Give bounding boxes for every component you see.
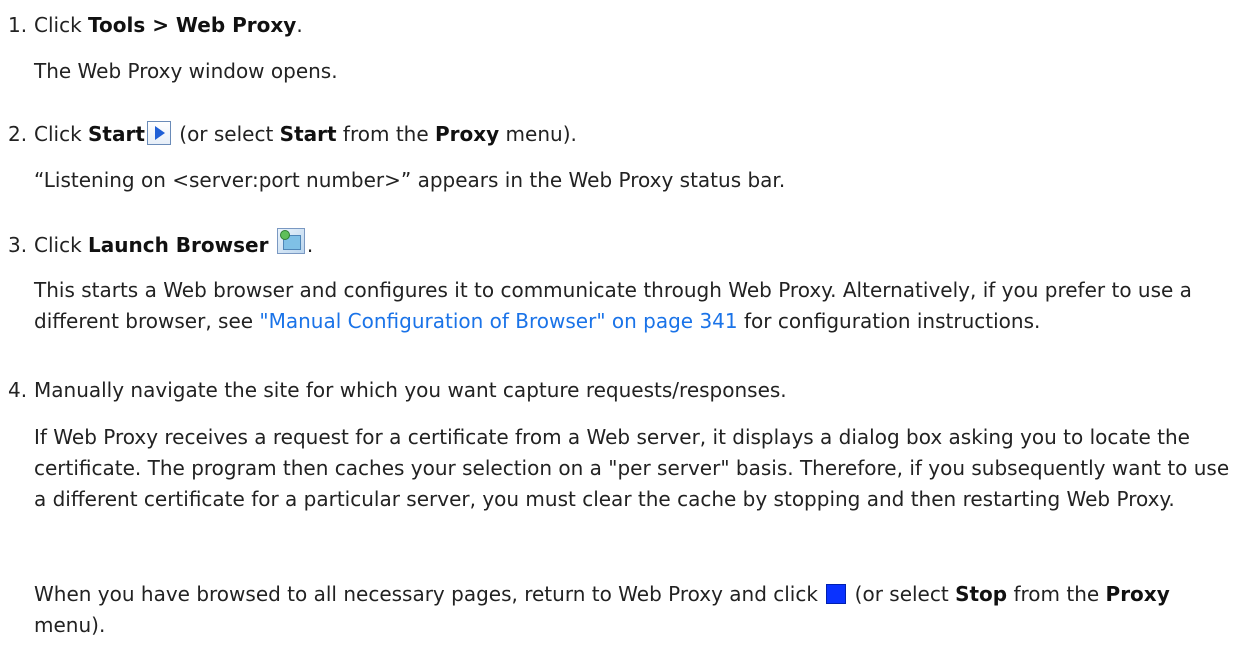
step-number: 6.	[0, 579, 34, 610]
step-3-result: This starts a Web browser and configures…	[34, 275, 1237, 337]
step-text-end: menu).	[34, 613, 106, 637]
step-6: 6.When you have browsed to all necessary…	[0, 579, 1243, 641]
step-1: 1. Click Tools > Web Proxy.	[8, 10, 1243, 41]
start-label: Start	[88, 122, 145, 146]
step-3: 3. Click Launch Browser .	[8, 228, 1243, 261]
stop-menu-item: Stop	[955, 582, 1008, 606]
step-text: from the	[336, 122, 435, 146]
step-1-result: The Web Proxy window opens.	[34, 59, 338, 83]
step-text: If Web Proxy receives a request for a ce…	[34, 425, 1230, 511]
step-number: 2.	[8, 122, 28, 146]
proxy-menu: Proxy	[435, 122, 500, 146]
step-text-end: .	[306, 233, 314, 257]
step-text: Click	[34, 122, 89, 146]
step-text: When you have browsed to all necessary p…	[34, 582, 825, 606]
step-text-end: menu).	[499, 122, 577, 146]
manual-configuration-link[interactable]: "Manual Configuration of Browser" on pag…	[259, 309, 737, 333]
start-menu-item: Start	[279, 122, 337, 146]
step-text: Click	[34, 233, 89, 257]
stop-square-icon	[826, 584, 847, 604]
launch-browser-label: Launch Browser	[88, 233, 269, 257]
step-text: from the	[1007, 582, 1106, 606]
step-number: 3.	[8, 233, 28, 257]
step-2: 2. Click Start (or select Start from the …	[8, 119, 1243, 150]
step-number: 5.	[0, 422, 34, 453]
menu-path: Tools > Web Proxy	[88, 13, 297, 37]
step-5: 5.If Web Proxy receives a request for a …	[0, 422, 1243, 515]
proxy-menu: Proxy	[1105, 582, 1170, 606]
step-number: 4.	[8, 378, 28, 402]
step-3-result-text-end: for configuration instructions.	[737, 309, 1041, 333]
step-number: 1.	[8, 13, 28, 37]
step-4: 4. Manually navigate the site for which y…	[8, 375, 1243, 406]
step-text: Manually navigate the site for which you…	[34, 378, 787, 402]
step-text: (or select	[172, 122, 280, 146]
step-text-end: .	[296, 13, 303, 37]
step-2-result: “Listening on <server:port number>” appe…	[34, 168, 786, 192]
launch-browser-icon	[276, 228, 305, 254]
start-arrow-icon	[146, 121, 171, 145]
step-text: (or select	[848, 582, 956, 606]
step-text: Click	[34, 13, 89, 37]
